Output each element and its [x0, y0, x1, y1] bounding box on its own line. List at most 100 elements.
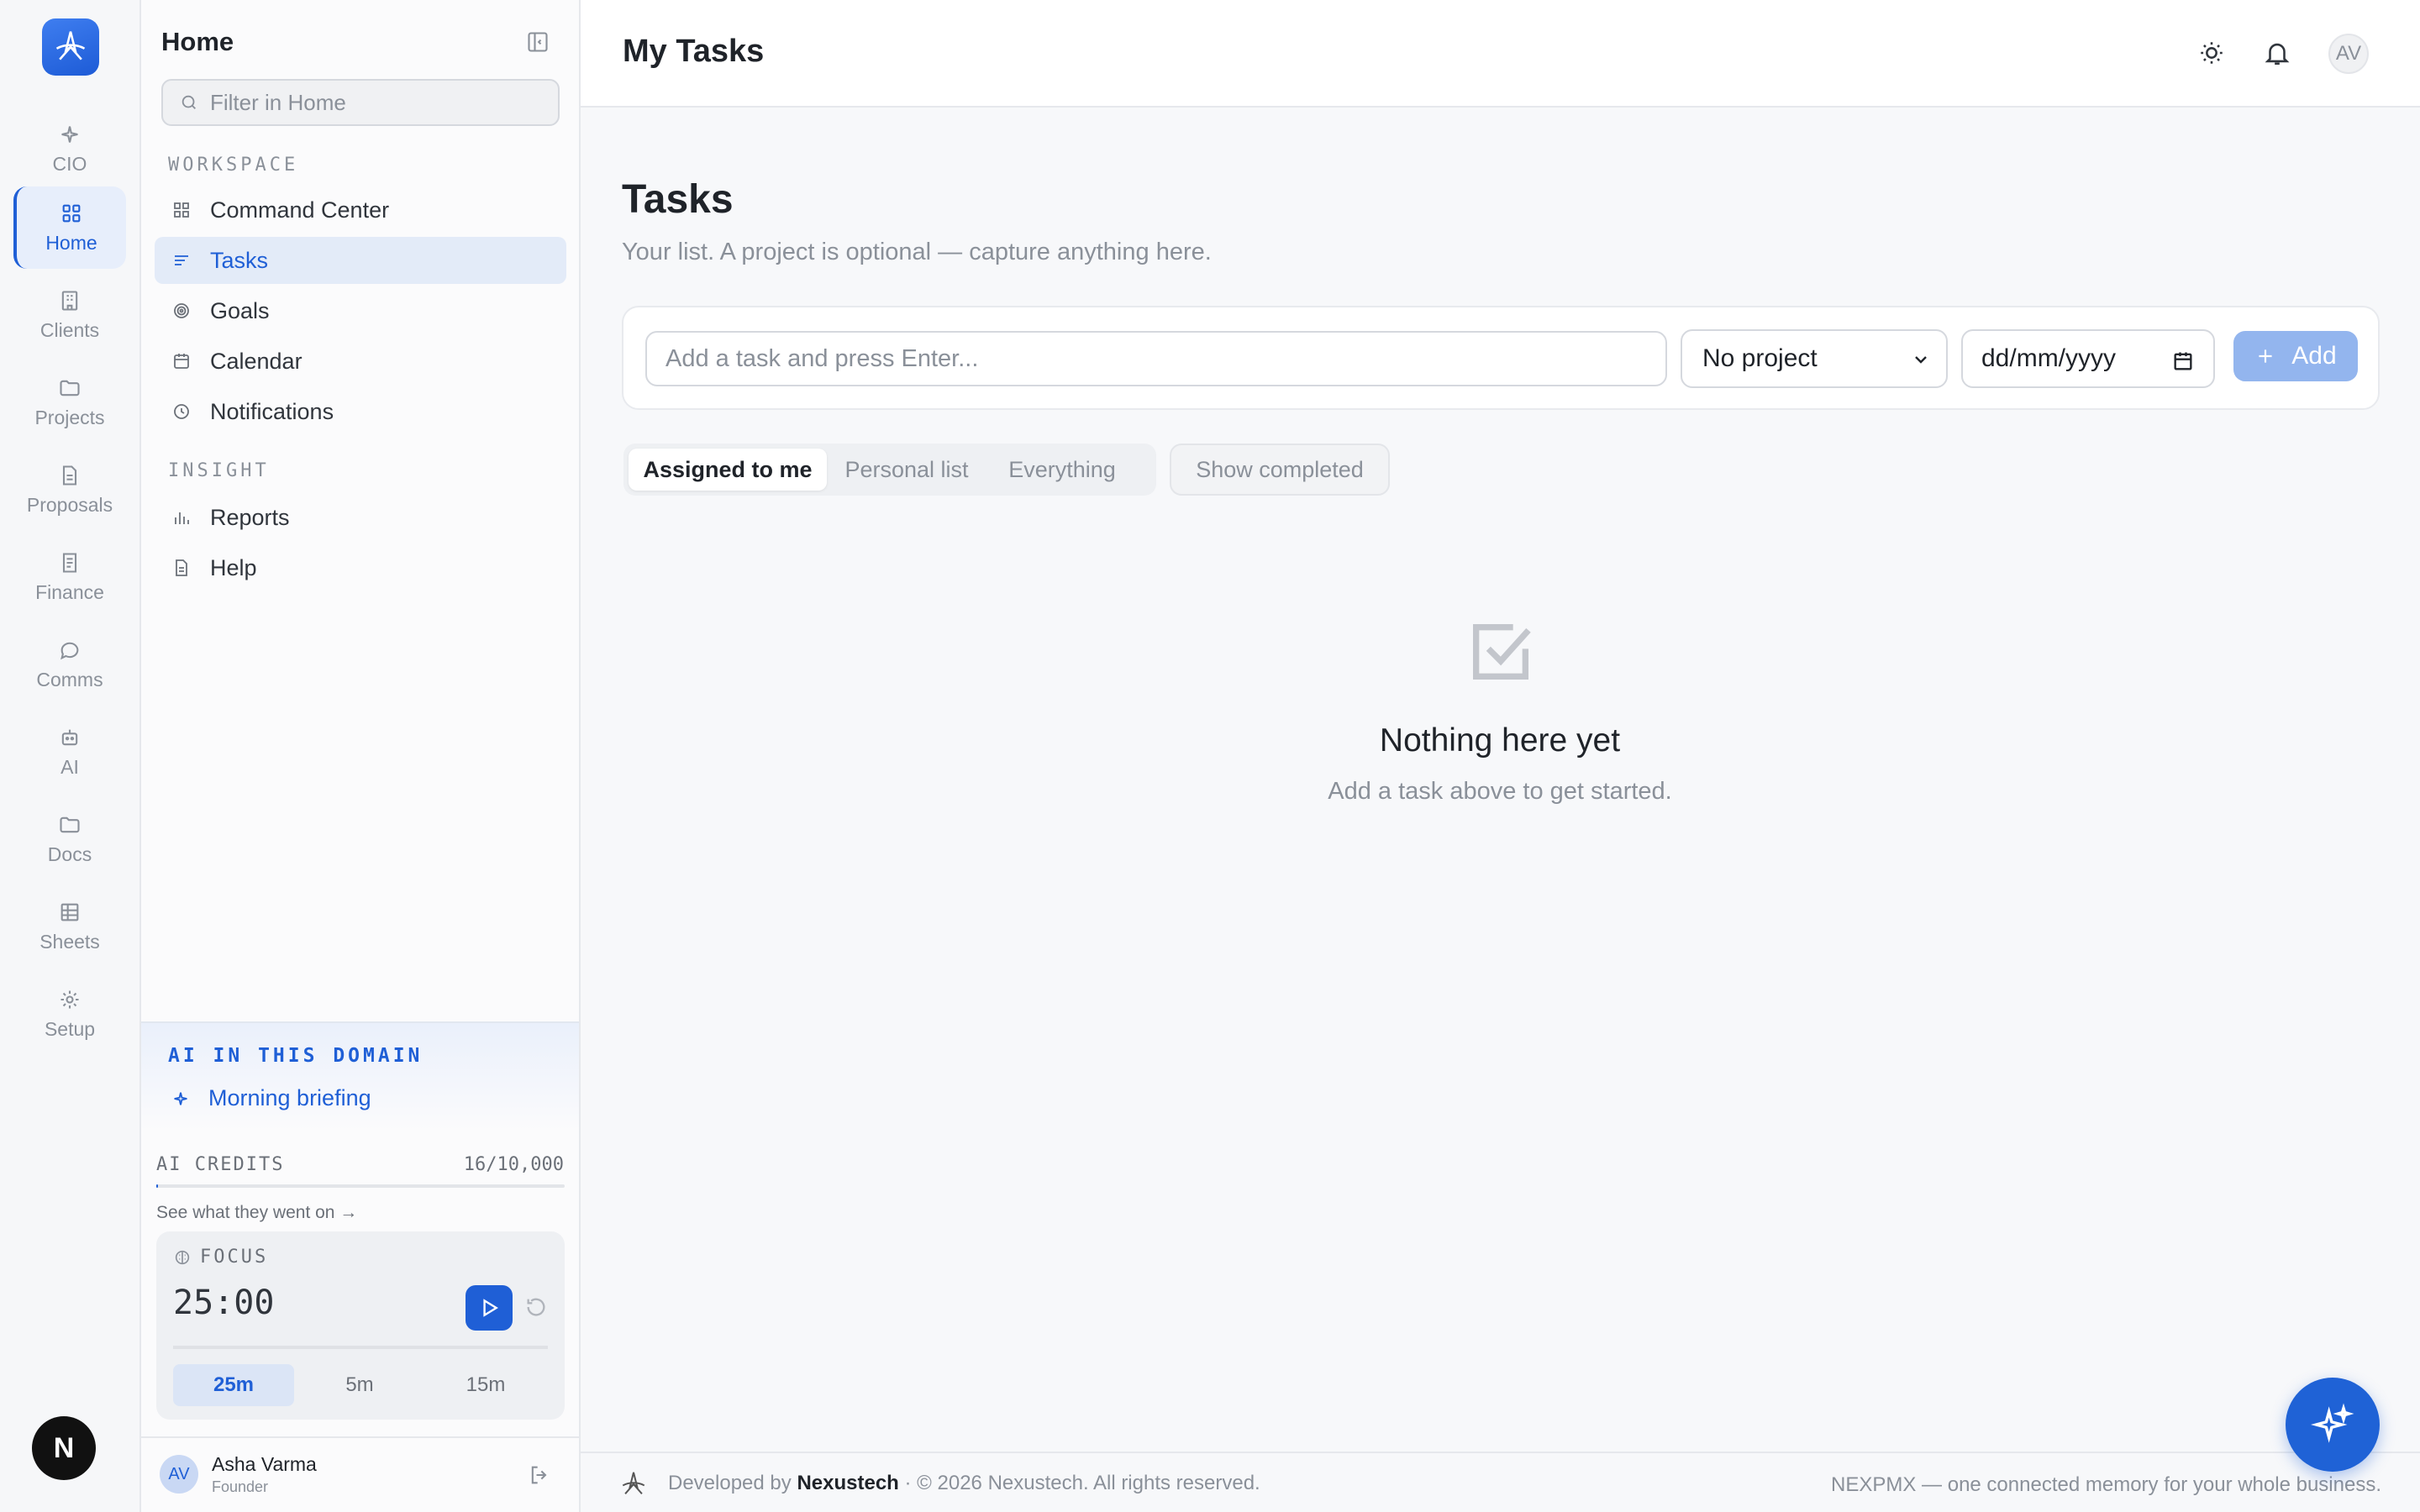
- reset-button[interactable]: [521, 1292, 551, 1322]
- add-task-button[interactable]: Add: [2233, 331, 2358, 381]
- rail-label: Proposals: [26, 493, 113, 516]
- folder-icon: [60, 816, 80, 832]
- ai-domain-panel: AI IN THIS DOMAIN Morning briefing: [141, 1021, 579, 1131]
- rail-item-finance[interactable]: Finance: [13, 536, 126, 618]
- task-input[interactable]: [645, 331, 1667, 386]
- plus-icon: [2259, 349, 2272, 363]
- focus-time: 25:00: [173, 1284, 275, 1322]
- rail-label: AI: [60, 755, 79, 778]
- logout-icon[interactable]: [528, 1463, 551, 1487]
- secondary-sidebar: Home WORKSPACE Command Center Tasks Goal…: [141, 0, 581, 1512]
- bar-chart-icon: [175, 512, 189, 524]
- ai-credits-label: AI CREDITS: [156, 1154, 285, 1175]
- footer-credit: Developed by Nexustech · © 2026 Nexustec…: [668, 1472, 1260, 1495]
- sidebar-filter[interactable]: [161, 79, 560, 126]
- checkbox-checked-icon: [1473, 624, 1531, 680]
- sun-icon[interactable]: [2197, 39, 2226, 67]
- tab-personal-list[interactable]: Personal list: [832, 449, 981, 491]
- rail-item-home[interactable]: Home: [13, 186, 126, 269]
- rail-item-docs[interactable]: Docs: [13, 798, 126, 880]
- sidebar-item-label: Command Center: [210, 197, 390, 223]
- filter-input[interactable]: [210, 89, 546, 116]
- receipt-icon: [62, 552, 77, 573]
- collapse-sidebar-icon[interactable]: [526, 30, 550, 54]
- empty-state-subtitle: Add a task above to get started.: [1328, 778, 1672, 805]
- rail-item-projects[interactable]: Projects: [13, 361, 126, 444]
- avatar[interactable]: AV: [2328, 34, 2369, 74]
- target-icon: [174, 303, 189, 318]
- footer-copyright: · © 2026 Nexustech. All rights reserved.: [904, 1472, 1260, 1494]
- robot-icon: [61, 729, 78, 745]
- gear-icon: [60, 990, 79, 1008]
- app-logo[interactable]: [42, 18, 99, 76]
- play-button[interactable]: [466, 1285, 513, 1331]
- rail-label: Home: [45, 231, 97, 254]
- rail-item-clients[interactable]: Clients: [13, 274, 126, 356]
- sidebar-item-calendar[interactable]: Calendar: [155, 338, 566, 385]
- sidebar-item-goals[interactable]: Goals: [155, 287, 566, 334]
- sidebar-item-tasks[interactable]: Tasks: [155, 237, 566, 284]
- section-label-workspace: WORKSPACE: [168, 155, 299, 176]
- rocket-logo-icon: [55, 31, 86, 60]
- duration-15m[interactable]: 15m: [425, 1364, 546, 1406]
- tab-everything[interactable]: Everything: [986, 449, 1138, 491]
- tasks-subheading: Your list. A project is optional — captu…: [622, 239, 1212, 265]
- footer-developed-by: Developed by: [668, 1472, 792, 1494]
- morning-briefing-label: Morning briefing: [208, 1085, 371, 1110]
- user-profile[interactable]: AV Asha Varma Founder: [141, 1436, 579, 1512]
- chat-icon: [60, 642, 79, 659]
- duration-25m[interactable]: 25m: [173, 1364, 294, 1406]
- credits-usage-link[interactable]: See what they went on →: [156, 1203, 357, 1223]
- reset-icon: [527, 1298, 545, 1316]
- rail-label: Docs: [47, 843, 92, 865]
- bell-icon[interactable]: [2263, 39, 2291, 67]
- rail-item-ai[interactable]: AI: [13, 711, 126, 793]
- search-icon: [182, 95, 196, 109]
- page-title: My Tasks: [623, 34, 765, 69]
- footer-company-link[interactable]: Nexustech: [797, 1472, 898, 1494]
- date-placeholder: dd/mm/yyyy: [1981, 344, 2117, 372]
- sidebar-item-label: Goals: [210, 297, 270, 323]
- duration-5m[interactable]: 5m: [299, 1364, 420, 1406]
- sidebar-title: Home: [161, 27, 234, 56]
- play-icon: [483, 1299, 498, 1317]
- rail-item-comms[interactable]: Comms: [13, 623, 126, 706]
- morning-briefing-link[interactable]: Morning briefing: [171, 1085, 371, 1111]
- calendar-icon: [174, 354, 189, 369]
- ai-assistant-button[interactable]: [2286, 1378, 2380, 1472]
- sidebar-item-command-center[interactable]: Command Center: [155, 186, 566, 234]
- sidebar-item-label: Calendar: [210, 348, 302, 374]
- rail-item-setup[interactable]: Setup: [13, 973, 126, 1055]
- sidebar-item-label: Notifications: [210, 398, 334, 424]
- ai-domain-label: AI IN THIS DOMAIN: [168, 1045, 424, 1067]
- building-icon: [61, 290, 78, 311]
- focus-timer: FOCUS 25:00 25m 5m 15m: [156, 1231, 565, 1420]
- show-completed-toggle[interactable]: Show completed: [1170, 444, 1390, 496]
- rail-label: Setup: [44, 1017, 96, 1040]
- rail-label: Comms: [36, 668, 103, 690]
- grid-icon: [62, 204, 81, 222]
- sidebar-item-label: Tasks: [210, 247, 269, 273]
- rail-item-proposals[interactable]: Proposals: [13, 449, 126, 531]
- top-bar: My Tasks AV: [581, 0, 2420, 108]
- add-label: Add: [2291, 342, 2337, 370]
- calendar-icon[interactable]: [2171, 349, 2195, 373]
- focus-progress: [173, 1346, 548, 1349]
- folder-icon: [60, 380, 80, 396]
- footer-tagline: NEXPMX — one connected memory for your w…: [1831, 1473, 2381, 1496]
- sidebar-item-help[interactable]: Help: [155, 544, 566, 591]
- due-date-input[interactable]: dd/mm/yyyy: [1961, 329, 2215, 388]
- sidebar-item-notifications[interactable]: Notifications: [155, 388, 566, 435]
- empty-state-title: Nothing here yet: [1379, 722, 1621, 759]
- focus-header: FOCUS: [173, 1247, 268, 1268]
- table-icon: [60, 903, 79, 921]
- tab-assigned-to-me[interactable]: Assigned to me: [629, 449, 827, 491]
- sidebar-item-reports[interactable]: Reports: [155, 494, 566, 541]
- chevron-down-icon: [1915, 356, 1927, 364]
- sparkle-icon: [61, 125, 78, 143]
- sparkles-icon: [2311, 1403, 2354, 1443]
- rail-item-cio[interactable]: CIO: [13, 108, 126, 190]
- next-badge[interactable]: N: [32, 1416, 96, 1480]
- rail-item-sheets[interactable]: Sheets: [13, 885, 126, 968]
- project-select[interactable]: No project: [1681, 329, 1948, 388]
